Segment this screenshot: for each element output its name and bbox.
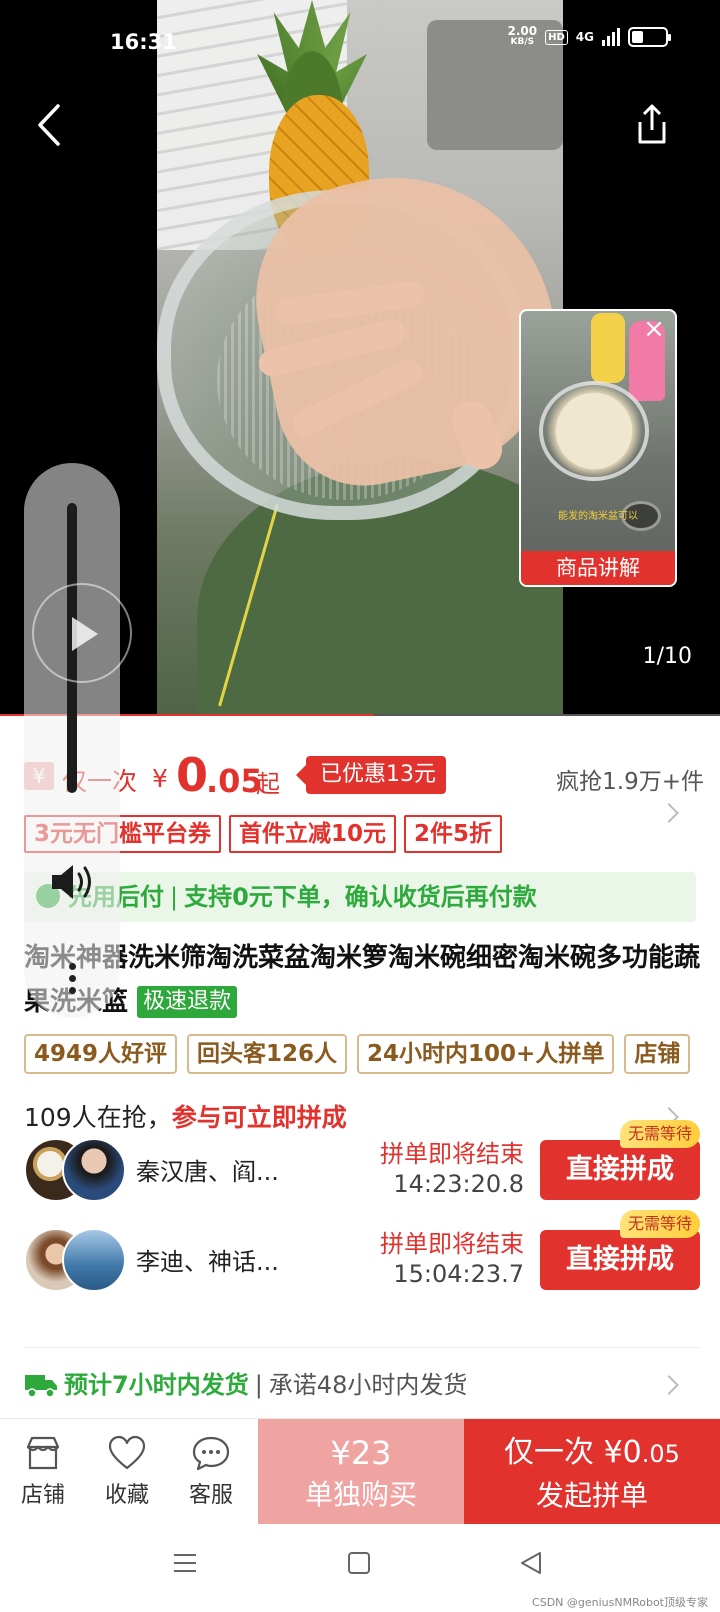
shipping-estimate: 预计7小时内发货 bbox=[64, 1371, 249, 1399]
service-label: 客服 bbox=[188, 1483, 233, 1508]
group-countdown: 15:04:23.7 bbox=[393, 1260, 524, 1288]
price-suffix: 起 bbox=[256, 770, 280, 798]
join-group-button[interactable]: 直接拼成 bbox=[540, 1230, 700, 1290]
product-video-frame[interactable] bbox=[157, 0, 563, 716]
review-tag[interactable]: 24小时内100+人拼单 bbox=[357, 1034, 615, 1074]
image-page-indicator: 1/10 bbox=[642, 644, 692, 669]
battery-icon bbox=[628, 27, 671, 47]
pip-label[interactable]: 商品讲解 bbox=[521, 551, 675, 585]
share-icon bbox=[638, 104, 666, 144]
review-tags[interactable]: 4949人好评 回头客126人 24小时内100+人拼单 店铺 bbox=[24, 1034, 720, 1076]
favorite-label: 收藏 bbox=[104, 1483, 149, 1508]
volume-overlay[interactable] bbox=[24, 463, 132, 1018]
hd-icon: HD bbox=[545, 29, 568, 45]
group-buy-highlight: 参与可立即拼成 bbox=[171, 1103, 347, 1132]
group-buy-price: 仅一次 ¥0.05 bbox=[504, 1435, 680, 1470]
group-member-names: 秦汉唐、阎... bbox=[136, 1158, 279, 1186]
start-group-buy-button[interactable]: 仅一次 ¥0.05 发起拼单 bbox=[464, 1419, 720, 1525]
no-wait-badge: 无需等待 bbox=[619, 1210, 700, 1238]
price-decimal: .05 bbox=[206, 762, 263, 800]
group-buy-item: 秦汉唐、阎... 拼单即将结束 14:23:20.8 直接拼成 无需等待 bbox=[24, 1120, 700, 1214]
back-triangle-icon[interactable] bbox=[518, 1550, 544, 1576]
watermark: CSDN @geniusNMRobot顶级专家 bbox=[532, 1596, 708, 1609]
price-integer: 0 bbox=[176, 748, 209, 802]
divider bbox=[24, 1347, 700, 1348]
review-tag[interactable]: 回头客126人 bbox=[187, 1034, 348, 1074]
coupon-tag[interactable]: 2件5折 bbox=[404, 815, 503, 853]
review-tag[interactable]: 4949人好评 bbox=[24, 1034, 178, 1074]
store-icon bbox=[26, 1436, 60, 1470]
home-square-icon[interactable] bbox=[346, 1550, 372, 1576]
back-arrow-icon bbox=[38, 104, 60, 146]
group-buy-label: 发起拼单 bbox=[535, 1479, 648, 1512]
close-icon[interactable]: × bbox=[641, 316, 667, 343]
chat-icon bbox=[192, 1436, 230, 1471]
status-icons: 2.00 KB/S HD 4G bbox=[507, 24, 671, 48]
pip-caption: 能发的淘米盆可以 bbox=[558, 511, 638, 522]
pay-later-banner[interactable]: 先用后付|支持0元下单，确认收货后再付款 bbox=[24, 872, 696, 922]
service-button[interactable]: 客服 bbox=[168, 1419, 254, 1525]
buy-alone-price: ¥23 bbox=[330, 1434, 392, 1472]
group-avatars bbox=[24, 1138, 126, 1204]
signal-icon bbox=[602, 28, 620, 46]
fast-refund-tag: 极速退款 bbox=[137, 986, 238, 1018]
group-avatars bbox=[24, 1228, 126, 1294]
sold-count: 疯抢1.9万+件 bbox=[556, 769, 704, 795]
group-buy-count: 109人在抢， bbox=[24, 1103, 172, 1132]
group-ending-label: 拼单即将结束 bbox=[380, 1230, 524, 1258]
price-row: ¥ 仅一次 ¥ 0 .05 起 已优惠13元 疯抢1.9万+件 bbox=[24, 748, 704, 808]
store-button[interactable]: 店铺 bbox=[0, 1419, 86, 1525]
group-buy-item: 李迪、神话... 拼单即将结束 15:04:23.7 直接拼成 无需等待 bbox=[24, 1210, 700, 1304]
buy-alone-label: 单独购买 bbox=[304, 1478, 417, 1511]
pay-later-text: 支持0元下单，确认收货后再付款 bbox=[184, 883, 537, 911]
group-member-names: 李迪、神话... bbox=[136, 1248, 279, 1276]
truck-icon bbox=[25, 1375, 57, 1398]
review-tag[interactable]: 店铺 bbox=[624, 1034, 691, 1074]
back-button[interactable] bbox=[32, 102, 72, 148]
bottom-action-bar: 店铺 收藏 客服 ¥23 单独购买 仅一次 ¥0.05 发起拼单 bbox=[0, 1418, 720, 1525]
speaker-icon[interactable] bbox=[48, 859, 98, 905]
net-speed: 2.00 KB/S bbox=[507, 24, 538, 47]
favorite-button[interactable]: 收藏 bbox=[84, 1419, 170, 1525]
buy-alone-button[interactable]: ¥23 单独购买 bbox=[258, 1419, 464, 1525]
store-label: 店铺 bbox=[20, 1483, 65, 1508]
coupon-row[interactable]: 3元无门槛平台券 首件立减10元 2件5折 bbox=[24, 815, 704, 855]
product-explain-pip[interactable]: 能发的淘米盆可以 × 商品讲解 bbox=[519, 309, 677, 587]
product-title-text: 淘米神器洗米筛淘洗菜盆淘米箩淘米碗细密淘米碗多功能蔬果洗米篮 bbox=[24, 943, 701, 1017]
play-button[interactable] bbox=[32, 583, 132, 683]
heart-icon bbox=[108, 1435, 146, 1470]
menu-icon[interactable] bbox=[172, 1550, 198, 1576]
play-icon bbox=[72, 617, 98, 651]
product-title: 淘米神器洗米筛淘洗菜盆淘米箩淘米碗细密淘米碗多功能蔬果洗米篮 极速退款 bbox=[24, 936, 704, 1024]
shipping-row[interactable]: 预计7小时内发货 | 承诺48小时内发货 bbox=[24, 1365, 704, 1405]
join-group-button[interactable]: 直接拼成 bbox=[540, 1140, 700, 1200]
shipping-promise: 承诺48小时内发货 bbox=[268, 1371, 468, 1399]
more-options-icon[interactable] bbox=[62, 963, 82, 1003]
coupon-tag[interactable]: 首件立减10元 bbox=[229, 815, 397, 853]
price-currency: ¥ bbox=[152, 764, 168, 793]
no-wait-badge: 无需等待 bbox=[619, 1120, 700, 1148]
network-type: 4G bbox=[575, 30, 594, 44]
status-time: 16:31 bbox=[110, 30, 177, 54]
avatar bbox=[62, 1228, 126, 1292]
group-countdown: 14:23:20.8 bbox=[393, 1170, 524, 1198]
discount-tag: 已优惠13元 bbox=[296, 756, 446, 794]
group-ending-label: 拼单即将结束 bbox=[380, 1140, 524, 1168]
share-button[interactable] bbox=[632, 102, 672, 148]
avatar bbox=[62, 1138, 126, 1202]
